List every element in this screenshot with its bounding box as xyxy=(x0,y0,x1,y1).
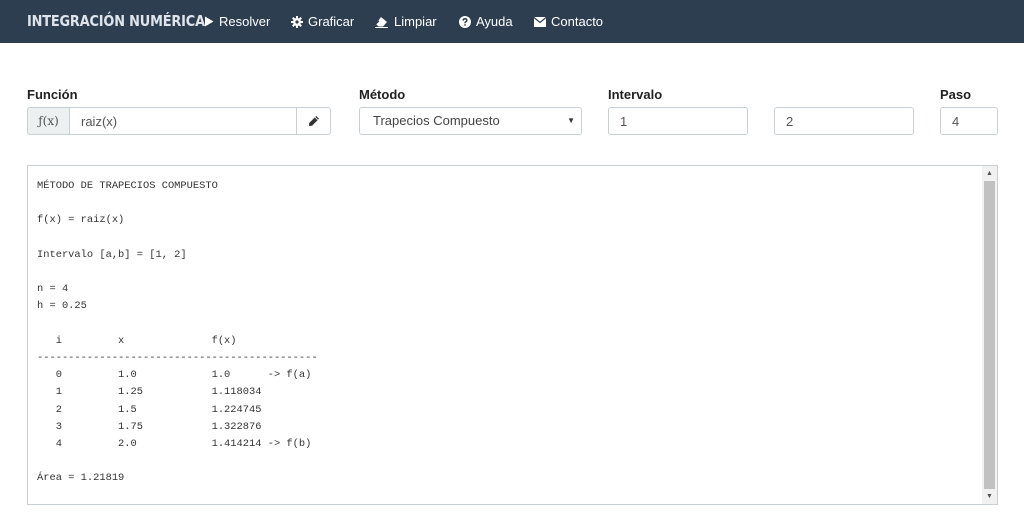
nav-graficar[interactable]: Graficar xyxy=(291,13,354,30)
brand-title[interactable]: INTEGRACIÓN NUMÉRICA xyxy=(27,12,205,30)
nav-limpiar[interactable]: Limpiar xyxy=(375,13,437,30)
nav-resolver[interactable]: Resolver xyxy=(204,13,270,30)
intervalo-a-input[interactable] xyxy=(608,107,748,135)
nav-contacto[interactable]: Contacto xyxy=(534,13,603,30)
metodo-select-value: Trapecios Compuesto xyxy=(373,113,500,128)
function-input[interactable] xyxy=(69,107,297,135)
nav-limpiar-label: Limpiar xyxy=(394,14,437,29)
scrollbar[interactable]: ▲ ▼ xyxy=(982,166,997,504)
nav-graficar-label: Graficar xyxy=(308,14,355,29)
gear-icon xyxy=(291,15,303,28)
question-circle-icon xyxy=(459,15,471,28)
result-text: MÉTODO DE TRAPECIOS COMPUESTO f(x) = rai… xyxy=(37,180,318,485)
play-icon xyxy=(205,16,214,27)
nav-resolver-label: Resolver xyxy=(219,14,271,29)
nav-ayuda-label: Ayuda xyxy=(476,14,513,29)
paso-input[interactable] xyxy=(940,107,998,135)
metodo-select[interactable]: Trapecios Compuesto ▼ xyxy=(359,107,582,135)
scroll-down-arrow-icon[interactable]: ▼ xyxy=(982,489,997,504)
funcion-label: Función xyxy=(27,87,78,102)
paso-label: Paso xyxy=(940,87,972,102)
navbar: INTEGRACIÓN NUMÉRICA Resolver Graficar L… xyxy=(0,0,1024,43)
scroll-thumb[interactable] xyxy=(984,181,995,489)
nav-ayuda[interactable]: Ayuda xyxy=(459,13,513,30)
intervalo-b-input[interactable] xyxy=(774,107,914,135)
envelope-icon xyxy=(534,16,546,27)
result-output[interactable]: MÉTODO DE TRAPECIOS COMPUESTO f(x) = rai… xyxy=(27,165,998,505)
edit-function-button[interactable] xyxy=(296,107,331,135)
pencil-icon xyxy=(308,116,319,126)
function-addon: ƒ(x) xyxy=(27,107,69,135)
nav-contacto-label: Contacto xyxy=(551,14,604,29)
intervalo-label: Intervalo xyxy=(608,87,663,102)
metodo-label: Método xyxy=(359,87,406,102)
chevron-down-icon: ▼ xyxy=(567,116,575,125)
eraser-icon xyxy=(375,16,388,28)
scroll-up-arrow-icon[interactable]: ▲ xyxy=(982,166,997,181)
